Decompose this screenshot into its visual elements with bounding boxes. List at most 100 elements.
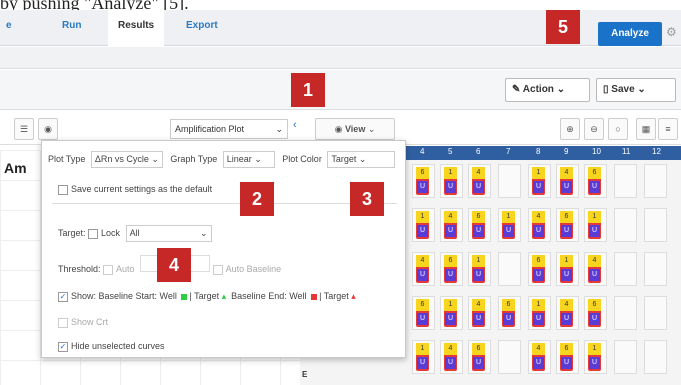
auto-baseline-checkbox[interactable]: [212, 264, 223, 275]
plate-well[interactable]: 6U: [440, 252, 463, 286]
well-unknown-label: U: [417, 181, 428, 193]
plate-well[interactable]: [614, 340, 637, 374]
list-view-icon[interactable]: ≡: [658, 118, 678, 140]
plate-well[interactable]: 1U: [584, 340, 607, 374]
plate-well[interactable]: 4U: [468, 296, 491, 330]
tab-partial[interactable]: e: [6, 20, 12, 31]
plate-well[interactable]: 4U: [556, 164, 579, 198]
chevron-down-icon: ⌄: [367, 124, 376, 134]
action-button[interactable]: ✎ Action ⌄: [505, 78, 590, 102]
well-marker: 6U: [588, 299, 601, 327]
well-marker: 4U: [472, 299, 485, 327]
well-marker: 6U: [532, 255, 545, 283]
gear-icon[interactable]: ⚙: [666, 25, 677, 39]
plate-well[interactable]: [644, 296, 667, 330]
tab-results[interactable]: Results: [108, 10, 165, 46]
well-target-label: 4: [532, 343, 545, 355]
well-target-label: 1: [416, 211, 429, 223]
reset-icon[interactable]: ○: [608, 118, 628, 140]
column-number: 5: [448, 147, 453, 156]
plate-well[interactable]: 4U: [412, 252, 435, 286]
plate-well[interactable]: [614, 252, 637, 286]
plate-well[interactable]: 6U: [584, 164, 607, 198]
well-target-label: 6: [588, 167, 601, 179]
plate-well[interactable]: 4U: [440, 340, 463, 374]
zoom-in-icon[interactable]: ⊕: [560, 118, 580, 140]
view-button[interactable]: ◉ View ⌄: [315, 118, 395, 140]
plate-well[interactable]: 6U: [584, 296, 607, 330]
plate-well[interactable]: 1U: [528, 164, 551, 198]
plate-well[interactable]: 1U: [498, 208, 521, 242]
hide-unselected-checkbox[interactable]: ✓: [58, 341, 68, 352]
well-unknown-label: U: [445, 225, 456, 237]
plate-well[interactable]: 4U: [440, 208, 463, 242]
plate-well[interactable]: 6U: [556, 208, 579, 242]
plate-well[interactable]: 4U: [556, 296, 579, 330]
column-number: 12: [652, 147, 661, 156]
well-unknown-label: U: [417, 357, 428, 369]
well-marker: 4U: [588, 255, 601, 283]
plate-well[interactable]: [644, 340, 667, 374]
plate-well[interactable]: 6U: [528, 252, 551, 286]
well-target-label: 1: [472, 255, 485, 267]
plate-well[interactable]: 1U: [440, 164, 463, 198]
well-marker: 1U: [588, 211, 601, 239]
tab-run[interactable]: Run: [62, 20, 81, 31]
plate-well[interactable]: [644, 252, 667, 286]
threshold-auto-checkbox[interactable]: [103, 264, 114, 275]
plate-well[interactable]: [644, 164, 667, 198]
plate-well[interactable]: 6U: [498, 296, 521, 330]
plate-well[interactable]: 1U: [412, 340, 435, 374]
well-unknown-label: U: [561, 313, 572, 325]
plot-type-select[interactable]: ΔRn vs Cycle ⌄: [90, 151, 163, 168]
grid-view-icon[interactable]: ▦: [636, 118, 656, 140]
plate-well[interactable]: [614, 296, 637, 330]
plate-well[interactable]: 1U: [468, 252, 491, 286]
plate-well[interactable]: [644, 208, 667, 242]
plate-well[interactable]: 6U: [412, 296, 435, 330]
plot-color-select[interactable]: Target ⌄: [327, 151, 396, 168]
save-default-checkbox[interactable]: [58, 184, 68, 195]
plate-well[interactable]: 6U: [412, 164, 435, 198]
well-unknown-label: U: [503, 225, 514, 237]
analyze-button[interactable]: Analyze: [598, 22, 662, 46]
plate-well[interactable]: 6U: [556, 340, 579, 374]
plate-well[interactable]: 1U: [556, 252, 579, 286]
well-marker: 6U: [416, 299, 429, 327]
plate-well[interactable]: [498, 164, 521, 198]
eye-icon[interactable]: ◉: [38, 118, 58, 140]
callout-badge-1: 1: [291, 73, 325, 107]
well-target-label: 4: [416, 255, 429, 267]
graph-type-select[interactable]: Linear ⌄: [222, 151, 275, 168]
plate-well[interactable]: 4U: [528, 208, 551, 242]
column-icon[interactable]: ☰: [14, 118, 34, 140]
plate-well[interactable]: [498, 340, 521, 374]
plate-well[interactable]: 1U: [528, 296, 551, 330]
plate-well[interactable]: [614, 164, 637, 198]
plate-well[interactable]: [498, 252, 521, 286]
plot-select[interactable]: Amplification Plot ⌄: [170, 119, 288, 139]
plate-well[interactable]: 6U: [468, 340, 491, 374]
plate-well[interactable]: 4U: [468, 164, 491, 198]
plate-well[interactable]: [614, 208, 637, 242]
target-select[interactable]: All ⌄: [125, 225, 212, 242]
well-unknown-label: U: [533, 225, 544, 237]
well-unknown-label: U: [533, 313, 544, 325]
collapse-arrow-icon[interactable]: ‹: [293, 119, 297, 131]
plate-well[interactable]: 1U: [440, 296, 463, 330]
green-marker-icon: [181, 293, 188, 300]
save-button[interactable]: ▯ Save ⌄: [596, 78, 676, 102]
plate-well[interactable]: 6U: [468, 208, 491, 242]
plate-well[interactable]: 4U: [584, 252, 607, 286]
lock-checkbox[interactable]: [88, 228, 99, 239]
save-default-row[interactable]: Save current settings as the default: [58, 184, 212, 195]
plate-well[interactable]: 1U: [584, 208, 607, 242]
show-crt-checkbox[interactable]: [58, 317, 68, 328]
plate-well[interactable]: 1U: [412, 208, 435, 242]
zoom-out-icon[interactable]: ⊖: [584, 118, 604, 140]
well-target-label: 1: [532, 299, 545, 311]
show-baseline-checkbox[interactable]: ✓: [58, 291, 68, 302]
plate-well[interactable]: 4U: [528, 340, 551, 374]
well-target-label: 1: [416, 343, 429, 355]
tab-export[interactable]: Export: [186, 20, 218, 31]
